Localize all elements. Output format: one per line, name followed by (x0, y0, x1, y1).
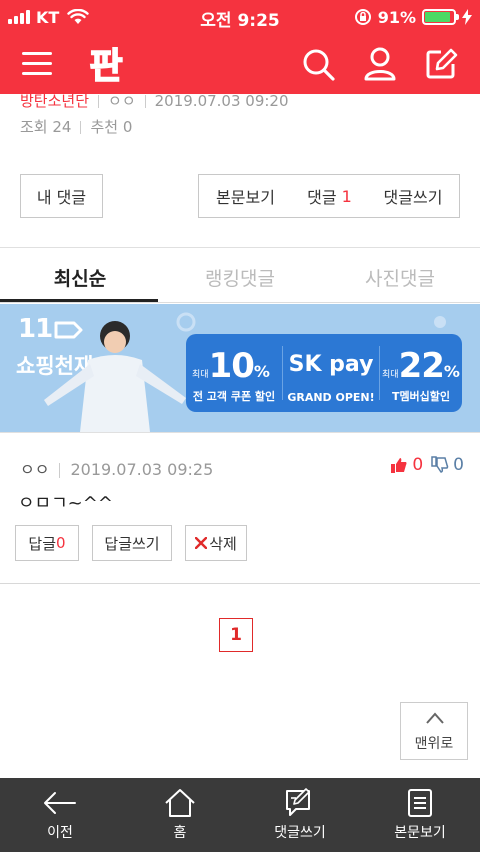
menu-icon[interactable] (22, 52, 52, 76)
reply-label: 답글 (28, 534, 57, 553)
comments-count: 1 (341, 186, 352, 206)
close-icon (195, 537, 208, 549)
bottom-toolbar: 이전 홈 댓글쓰기 본문보기 (0, 778, 480, 852)
offer-membership: 최대22% T멤버십할인 (382, 346, 460, 403)
tab-ranking-comments[interactable]: 랭킹댓글 (160, 252, 320, 302)
write-comment-bottom-button[interactable]: 댓글쓰기 (240, 778, 360, 852)
recommend-count: 0 (122, 118, 133, 136)
write-comment-icon (286, 788, 310, 816)
article-author-channel[interactable]: 방탄소년단 (20, 92, 89, 110)
view-post-button[interactable]: 본문보기 (198, 174, 293, 218)
home-button[interactable]: 홈 (120, 778, 240, 852)
article-nickname: ㅇㅇ (108, 92, 136, 110)
tab-latest[interactable]: 최신순 (0, 252, 160, 302)
battery-icon (422, 9, 459, 25)
back-to-top-label: 맨위로 (414, 736, 454, 752)
page-number-current[interactable]: 1 (219, 618, 253, 652)
write-comment-label: 댓글쓰기 (274, 825, 326, 841)
article-datetime: 2019.07.03 09:20 (154, 92, 289, 110)
rotation-lock-icon (354, 9, 371, 25)
comment-header: ㅇㅇ 2019.07.03 09:25 (20, 456, 213, 480)
article-meta: 방탄소년단 ㅇㅇ 2019.07.03 09:20 조회 24 추천 0 (0, 92, 480, 144)
svg-text:판: 판 (89, 46, 122, 86)
home-icon (165, 789, 195, 817)
comment-nickname: ㅇㅇ (20, 460, 50, 479)
views-label: 조회 (20, 118, 48, 136)
edit-icon[interactable] (423, 46, 459, 82)
status-bar: KT 오전 9:25 91% (0, 0, 480, 34)
dislikes-count: 0 (453, 455, 464, 475)
back-button[interactable]: 이전 (0, 778, 120, 852)
charging-icon (462, 9, 472, 25)
reply-count: 0 (56, 534, 66, 552)
view-post-bottom-button[interactable]: 본문보기 (360, 778, 480, 852)
app-header: 판 (0, 34, 480, 94)
reply-button[interactable]: 답글 0 (15, 525, 79, 561)
comments-label: 댓글 (307, 188, 337, 207)
write-comment-button[interactable]: 댓글쓰기 (367, 174, 460, 218)
my-comments-button[interactable]: 내 댓글 (20, 174, 103, 218)
ad-banner[interactable]: 11 쇼핑천재 최대10% 전 고객 쿠폰 할인 SK pay GRAND OP… (0, 304, 480, 432)
banner-promo-box: 최대10% 전 고객 쿠폰 할인 SK pay GRAND OPEN! 최대22… (186, 334, 462, 412)
tab-photo-comments[interactable]: 사진댓글 (320, 252, 480, 302)
document-icon (408, 789, 432, 817)
likes-count: 0 (412, 455, 424, 475)
comment-body: ㅇㅁㄱ~^^ (18, 493, 113, 514)
offer-coupon: 최대10% 전 고객 쿠폰 할인 (192, 346, 276, 403)
banner-model-image (44, 321, 186, 432)
chevron-up-icon (426, 712, 444, 724)
comment-datetime: 2019.07.03 09:25 (70, 460, 214, 479)
app-screen: KT 오전 9:25 91% 판 방탄소년단 ㅇㅇ 2019.07.03 09:… (0, 0, 480, 852)
recommend-label: 추천 (90, 118, 119, 136)
views-count: 24 (52, 118, 72, 136)
user-icon[interactable] (362, 46, 398, 82)
comments-count-button[interactable]: 댓글 1 (292, 174, 368, 218)
back-arrow-icon (44, 792, 76, 814)
home-label: 홈 (173, 825, 187, 841)
search-icon[interactable] (300, 46, 336, 82)
pann-logo[interactable]: 판 (84, 42, 128, 86)
thumbs-down-icon[interactable] (431, 456, 449, 474)
battery-percent: 91% (377, 7, 416, 27)
back-label: 이전 (47, 825, 73, 841)
delete-button[interactable]: 삭제 (185, 525, 247, 561)
back-to-top-button[interactable]: 맨위로 (400, 702, 468, 760)
delete-label: 삭제 (209, 534, 237, 553)
view-post-label: 본문보기 (394, 825, 446, 841)
write-reply-button[interactable]: 답글쓰기 (92, 525, 172, 561)
comment-votes: 0 0 (390, 455, 464, 475)
thumbs-up-icon[interactable] (390, 456, 408, 474)
offer-skpay: SK pay GRAND OPEN! (287, 352, 375, 404)
